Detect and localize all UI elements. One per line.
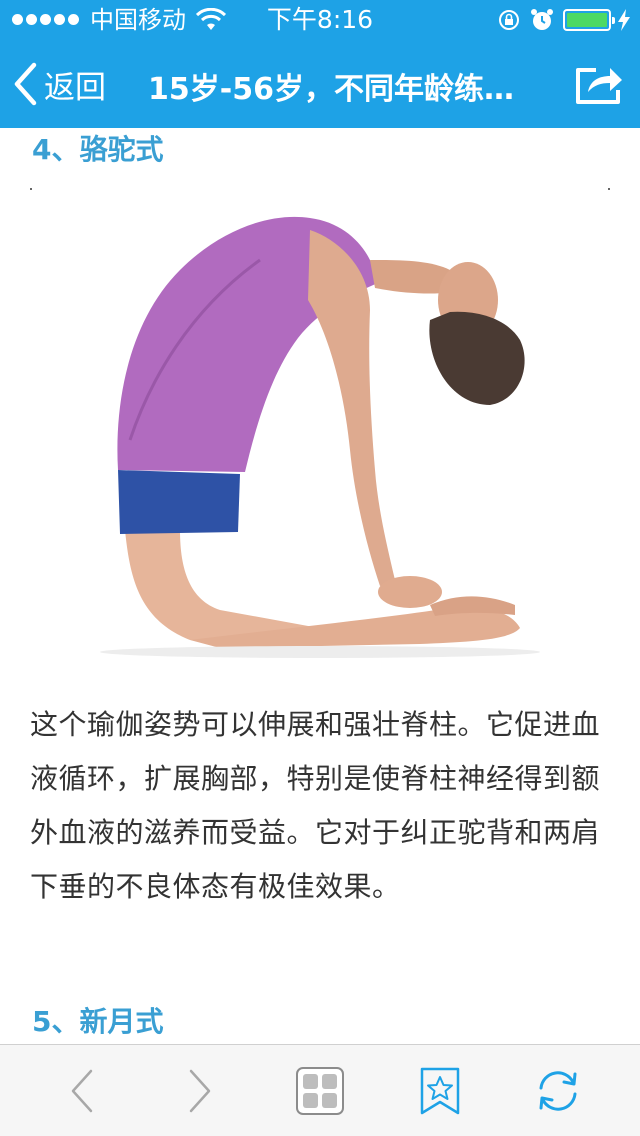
article-paragraph: 这个瑜伽姿势可以伸展和强壮脊柱。它促进血液循环，扩展胸部，特别是使脊柱神经得到额… [30, 708, 601, 903]
back-label: 返回 [44, 69, 106, 106]
status-bar: 中国移动 下午8:16 [0, 0, 640, 40]
page-title: 15岁-56岁，不同年龄练… [148, 72, 514, 107]
bookmark-star-icon [420, 1067, 460, 1115]
chevron-left-icon [71, 1069, 93, 1113]
section-heading: 5、新月式 [32, 1005, 164, 1038]
navigation-bar: 返回 15岁-56岁，不同年龄练… [0, 40, 640, 128]
share-icon[interactable] [574, 64, 624, 106]
article-content: 4、骆驼式 这个瑜伽姿势可以伸展和强壮脊柱。它促进血液循环，扩展胸部，特别是使脊… [0, 128, 640, 1044]
tabs-grid-icon [296, 1067, 344, 1115]
chevron-right-icon [189, 1069, 211, 1113]
toolbar-favorites-button[interactable] [410, 1045, 470, 1136]
dot-marker [30, 188, 32, 190]
charging-bolt-icon [618, 9, 630, 31]
yoga-camel-pose-image [100, 216, 540, 658]
chevron-left-icon [14, 62, 37, 106]
browser-toolbar [0, 1044, 640, 1136]
back-button[interactable]: 返回 [12, 60, 106, 108]
section-heading: 4、骆驼式 [32, 133, 164, 166]
alarm-icon [531, 9, 553, 30]
toolbar-back-button[interactable] [52, 1045, 112, 1136]
battery-icon [563, 9, 615, 31]
toolbar-refresh-button[interactable] [528, 1045, 588, 1136]
toolbar-tabs-button[interactable] [290, 1045, 350, 1136]
toolbar-forward-button[interactable] [170, 1045, 230, 1136]
rotation-lock-icon [499, 10, 519, 30]
dot-marker [608, 188, 610, 190]
top-bar: 中国移动 下午8:16 返回 15岁-56岁，不同年龄练… [0, 0, 640, 128]
refresh-icon [539, 1071, 577, 1111]
